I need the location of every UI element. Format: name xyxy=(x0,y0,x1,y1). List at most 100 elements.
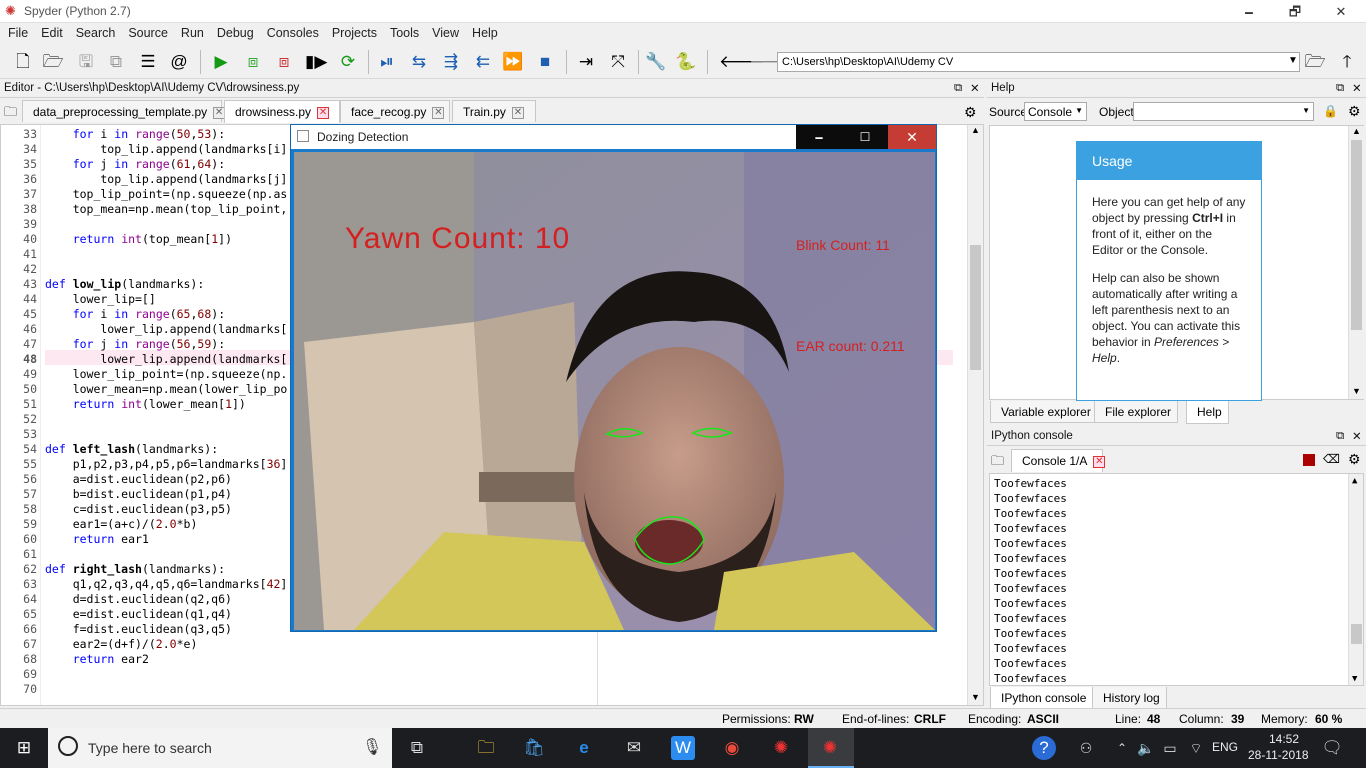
people-icon[interactable]: ⚇ xyxy=(1074,736,1098,760)
clock-date[interactable]: 28-11-2018 xyxy=(1248,748,1309,762)
clear-console-icon[interactable]: ⌫ xyxy=(1323,452,1340,466)
battery-icon[interactable]: ▭ xyxy=(1158,736,1182,760)
close-tab-icon[interactable]: ✕ xyxy=(432,106,445,119)
scroll-down-icon[interactable]: ▼ xyxy=(971,692,980,702)
rerun-icon[interactable]: ⟳ xyxy=(337,51,359,73)
notifications-icon[interactable]: 🗨 xyxy=(1320,736,1344,760)
menu-debug[interactable]: Debug xyxy=(209,23,259,40)
scrollbar-thumb[interactable] xyxy=(970,245,981,370)
volume-icon[interactable]: 🔈 xyxy=(1134,736,1158,760)
source-select[interactable]: Console ▼ xyxy=(1024,102,1087,121)
language-indicator[interactable]: ENG xyxy=(1212,740,1238,754)
dozing-minimize-button[interactable]: 🗕 xyxy=(796,125,842,149)
undock-icon[interactable]: ⧉ xyxy=(954,82,962,95)
back-arrow-icon[interactable]: 🡐 xyxy=(719,51,765,73)
tab-train[interactable]: Train.py ✕ xyxy=(452,100,536,122)
menu-file[interactable]: File xyxy=(0,23,33,40)
file-explorer-icon[interactable]: 🗀 xyxy=(474,736,498,760)
dozing-maximize-button[interactable]: ☐ xyxy=(842,125,888,149)
spyder-active-icon[interactable]: ✺ xyxy=(818,736,842,760)
taskbar-search-box[interactable]: Type here to search 🎙 xyxy=(48,728,392,768)
menu-edit[interactable]: Edit xyxy=(33,23,68,40)
menu-source[interactable]: Source xyxy=(120,23,173,40)
close-tab-icon[interactable]: ✕ xyxy=(1093,455,1106,468)
tab-variable-explorer[interactable]: Variable explorer xyxy=(990,401,1098,423)
parent-directory-icon[interactable]: 🡑 xyxy=(1336,51,1358,73)
stop-icon[interactable]: ■ xyxy=(534,51,556,73)
dozing-close-button[interactable]: ✕ xyxy=(888,125,936,149)
save-icon[interactable]: 🖫 xyxy=(75,51,97,73)
python-path-icon[interactable]: 🐍 xyxy=(675,51,697,73)
word-app-icon[interactable]: W xyxy=(671,736,695,760)
close-button[interactable]: ✕ xyxy=(1318,0,1364,23)
forward-arrow-icon[interactable]: 🡒 xyxy=(749,51,795,73)
menu-projects[interactable]: Projects xyxy=(324,23,382,40)
clock-time[interactable]: 14:52 xyxy=(1262,732,1306,746)
mail-icon[interactable]: ✉ xyxy=(622,736,646,760)
new-file-icon[interactable]: 🗋 xyxy=(12,51,34,73)
dozing-detection-window[interactable]: Dozing Detection 🗕 ☐ ✕ Yawn Count: 10 Bl… xyxy=(290,124,937,632)
close-pane-icon[interactable]: ✕ xyxy=(1352,81,1362,95)
tab-data-preprocessing[interactable]: data_preprocessing_template.py ✕ xyxy=(22,100,226,122)
menu-tools[interactable]: Tools xyxy=(382,23,424,40)
scroll-up-icon[interactable]: ▲ xyxy=(1352,474,1357,489)
task-view-icon[interactable]: ⧉ xyxy=(405,736,429,760)
store-icon[interactable]: 🛍 xyxy=(522,736,546,760)
tab-console-1a[interactable]: Console 1/A ✕ xyxy=(1011,449,1106,472)
run-cell-icon[interactable]: ⧈ xyxy=(242,51,264,73)
console-output[interactable]: Toofewfaces Toofewfaces Toofewfaces Toofewf… xyxy=(989,473,1364,686)
menu-consoles[interactable]: Consoles xyxy=(259,23,324,40)
chevron-up-icon[interactable]: ⌃ xyxy=(1110,736,1134,760)
spyder-taskbar-icon[interactable]: ✺ xyxy=(769,736,793,760)
scrollbar-thumb[interactable] xyxy=(1351,624,1362,644)
scroll-up-icon[interactable]: ▲ xyxy=(971,125,980,135)
open-file-icon[interactable]: 🗁 xyxy=(42,51,64,73)
browse-folder-icon[interactable]: 🗁 xyxy=(1304,51,1326,73)
list-icon[interactable]: ☰ xyxy=(137,51,159,73)
working-directory-input[interactable]: C:\Users\hp\Desktop\AI\Udemy CV xyxy=(777,52,1300,72)
at-icon[interactable]: @ xyxy=(168,51,190,73)
tab-help[interactable]: Help xyxy=(1186,401,1229,424)
run-cell-advance-icon[interactable]: ⧈ xyxy=(273,51,295,73)
step-into-icon[interactable]: ⇶ xyxy=(440,51,462,73)
wifi-icon[interactable]: ⌔ xyxy=(1184,736,1208,760)
menu-search[interactable]: Search xyxy=(68,23,121,40)
menu-run[interactable]: Run xyxy=(173,23,209,40)
save-all-icon[interactable]: ⧉ xyxy=(105,51,127,73)
run-icon[interactable]: ▶ xyxy=(210,51,232,73)
step-return-icon[interactable]: ⇇ xyxy=(472,51,494,73)
close-pane-icon[interactable]: ✕ xyxy=(1352,429,1362,443)
tab-history-log[interactable]: History log xyxy=(1092,687,1167,709)
menu-view[interactable]: View xyxy=(424,23,464,40)
maximize-pane-icon[interactable]: ⇥ xyxy=(575,51,597,73)
maximize-button[interactable]: 🗗 xyxy=(1272,0,1318,23)
scroll-up-icon[interactable]: ▲ xyxy=(1352,126,1361,136)
fullscreen-icon[interactable]: ⤧ xyxy=(607,51,629,73)
chevron-down-icon[interactable]: ▼ xyxy=(1288,55,1298,66)
tab-ipython-console[interactable]: IPython console xyxy=(990,687,1094,710)
scrollbar-thumb[interactable] xyxy=(1351,140,1362,330)
browse-tabs-icon[interactable]: 🗀 xyxy=(4,103,17,125)
microphone-icon[interactable]: 🎙 xyxy=(362,737,382,757)
help-scrollbar[interactable]: ▲ ▼ xyxy=(1348,126,1364,399)
continue-icon[interactable]: ⏩ xyxy=(502,51,524,73)
tab-face-recog[interactable]: face_recog.py ✕ xyxy=(340,100,450,122)
run-selection-icon[interactable]: ▮▶ xyxy=(305,51,327,73)
close-pane-icon[interactable]: ✕ xyxy=(970,81,980,95)
dozing-titlebar[interactable]: Dozing Detection 🗕 ☐ ✕ xyxy=(291,125,936,149)
close-tab-icon[interactable]: ✕ xyxy=(317,106,330,119)
gear-icon[interactable]: ⚙ xyxy=(1348,103,1361,120)
debug-icon[interactable]: ⏯ xyxy=(376,51,398,73)
close-tab-icon[interactable]: ✕ xyxy=(511,106,524,119)
browse-tabs-icon[interactable]: 🗀 xyxy=(991,452,1004,474)
windows-start-icon[interactable]: ⊞ xyxy=(12,736,36,760)
step-icon[interactable]: ⇆ xyxy=(408,51,430,73)
object-input[interactable]: ▼ xyxy=(1133,102,1314,121)
console-scrollbar[interactable]: ▲ ▼ xyxy=(1348,474,1363,685)
help-tips-icon[interactable]: ? xyxy=(1032,736,1056,760)
gear-icon[interactable]: ⚙ xyxy=(1348,451,1361,468)
chrome-icon[interactable]: ◉ xyxy=(720,736,744,760)
lock-icon[interactable]: 🔒 xyxy=(1323,104,1338,118)
stop-kernel-icon[interactable] xyxy=(1303,454,1315,466)
menu-help[interactable]: Help xyxy=(464,23,503,40)
